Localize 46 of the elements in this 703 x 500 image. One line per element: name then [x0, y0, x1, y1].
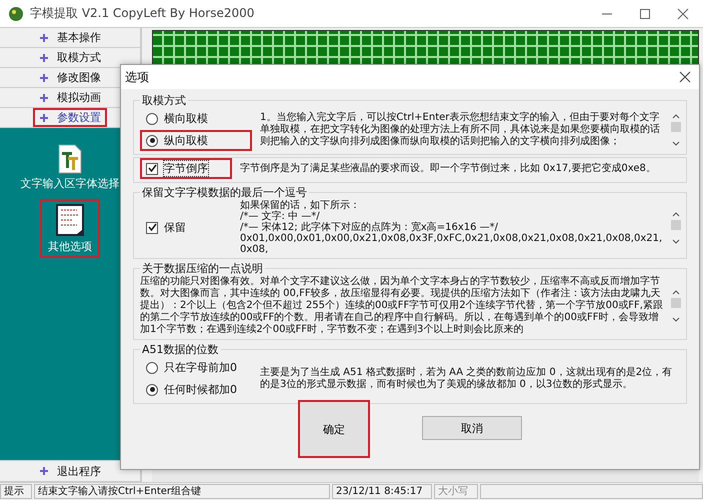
status-time: 23/12/11 8:45:17	[332, 484, 432, 499]
group-title: 保留文字字模数据的最后一个逗号	[141, 185, 308, 200]
group-title: 关于数据压缩的一点说明	[141, 261, 264, 276]
code-line: /*— 文字: 中 —*/	[240, 211, 320, 222]
plus-icon	[39, 72, 49, 82]
code-line: /*— 宋体12; 此字体下对应的点阵为：宽x高=16x16 —*/	[240, 222, 500, 233]
maximize-icon	[639, 8, 651, 20]
radio-button[interactable]: 横向取模	[140, 108, 252, 129]
document-icon	[55, 203, 85, 237]
radio-button[interactable]: 纵向取模	[140, 130, 252, 151]
status-message: 结束文字输入请按Ctrl+Enter组合键	[34, 484, 330, 499]
radio-button[interactable]: 只在字母前加0	[140, 357, 252, 378]
exit-item[interactable]: 退出程序	[0, 460, 140, 482]
close-icon	[677, 8, 689, 20]
description-text: 1。当您输入完文字后，可以按Ctrl+Enter表示您想结束文字的输入，但由于要对每个文字单独取模，在把文字转化为图像的处理方法上有所不同，具体说来是如果您要横向取模的话则把输入的文字纵向排列成图像而纵向取模的话则把输入的文字横向排列成图像；	[260, 112, 661, 148]
dialog-button[interactable]: 确定	[298, 400, 370, 458]
checkmark-icon	[148, 164, 156, 173]
plus-icon	[39, 52, 49, 62]
dialog-button[interactable]: 取消	[422, 416, 522, 440]
font-file-icon	[58, 144, 82, 174]
plus-icon	[39, 112, 49, 122]
plus-icon	[39, 466, 49, 476]
radio-button[interactable]: 任何时候都加0	[140, 379, 252, 400]
plus-icon	[39, 92, 49, 102]
caps-indicator: 大小写	[434, 484, 478, 499]
checkmark-icon	[148, 223, 156, 232]
status-label: 提示	[0, 484, 32, 499]
tool-item[interactable]: 其他选项	[40, 199, 100, 258]
radio-circle[interactable]	[146, 134, 158, 146]
close-icon	[679, 71, 691, 83]
description-text: 压缩的功能只对图像有效。对单个文字不建议这么做，因为单个文字本身占的字节数较少，压缩率不高或反而增加字节数。对大图像而言，其中连续的 00,FF较多，故压缩显得有必要。现提供的压缩方法如下（作者注：该方法由龙啸九天提出）：2个以上（包含2个但不超过 255个）连续的00或FF字节可仅用2个连续字节代替，第一个字节放00或FF,紧跟的第二个字节放连续的00或FF的个数。用者请在自己的程序中自行解码。所以，在每遇到单个的00或FF时，会导致增加1个字节数；在遇到连续2个00或FF时，字节数不变；在遇到3个以上时则会比原来的	[140, 276, 664, 336]
checkbox[interactable]: 保留	[140, 217, 232, 238]
radio-circle[interactable]	[146, 362, 158, 374]
app-icon	[8, 6, 24, 22]
code-line: 0x01,0x00,0x01,0x00,0x21,0x08,0x3F,0xFC,0x21,0x08,0x21,0x08,0x21,0x08,0x21,0x08,	[240, 233, 664, 255]
group-title: 取模方式	[141, 93, 187, 108]
description-text: 主要是为了当生成 A51 格式数据时，若为 AA 之类的数前边应加 0，这就出现有的是2位，有的是3位的形式显示数据，而有时候也为了美观的缘故都加 0，以3位数的形式显示。	[260, 366, 674, 390]
plus-icon	[39, 32, 49, 42]
group-title: A51数据的位数	[141, 342, 220, 357]
window-title: 字模提取 V2.1 CopyLeft By Horse2000	[30, 5, 256, 22]
description-text: 字节倒序是为了满足某些液晶的要求而设。即一个字节倒过来，比如 0x17,要把它变成0xe8。	[240, 162, 657, 174]
checkbox[interactable]: 字节倒序	[140, 158, 232, 179]
radio-circle[interactable]	[146, 384, 158, 396]
radio-circle[interactable]	[146, 112, 158, 124]
tool-item[interactable]: 文字输入区字体选择	[12, 140, 128, 195]
code-line: 如果保留的话，如下所示：	[240, 200, 361, 211]
